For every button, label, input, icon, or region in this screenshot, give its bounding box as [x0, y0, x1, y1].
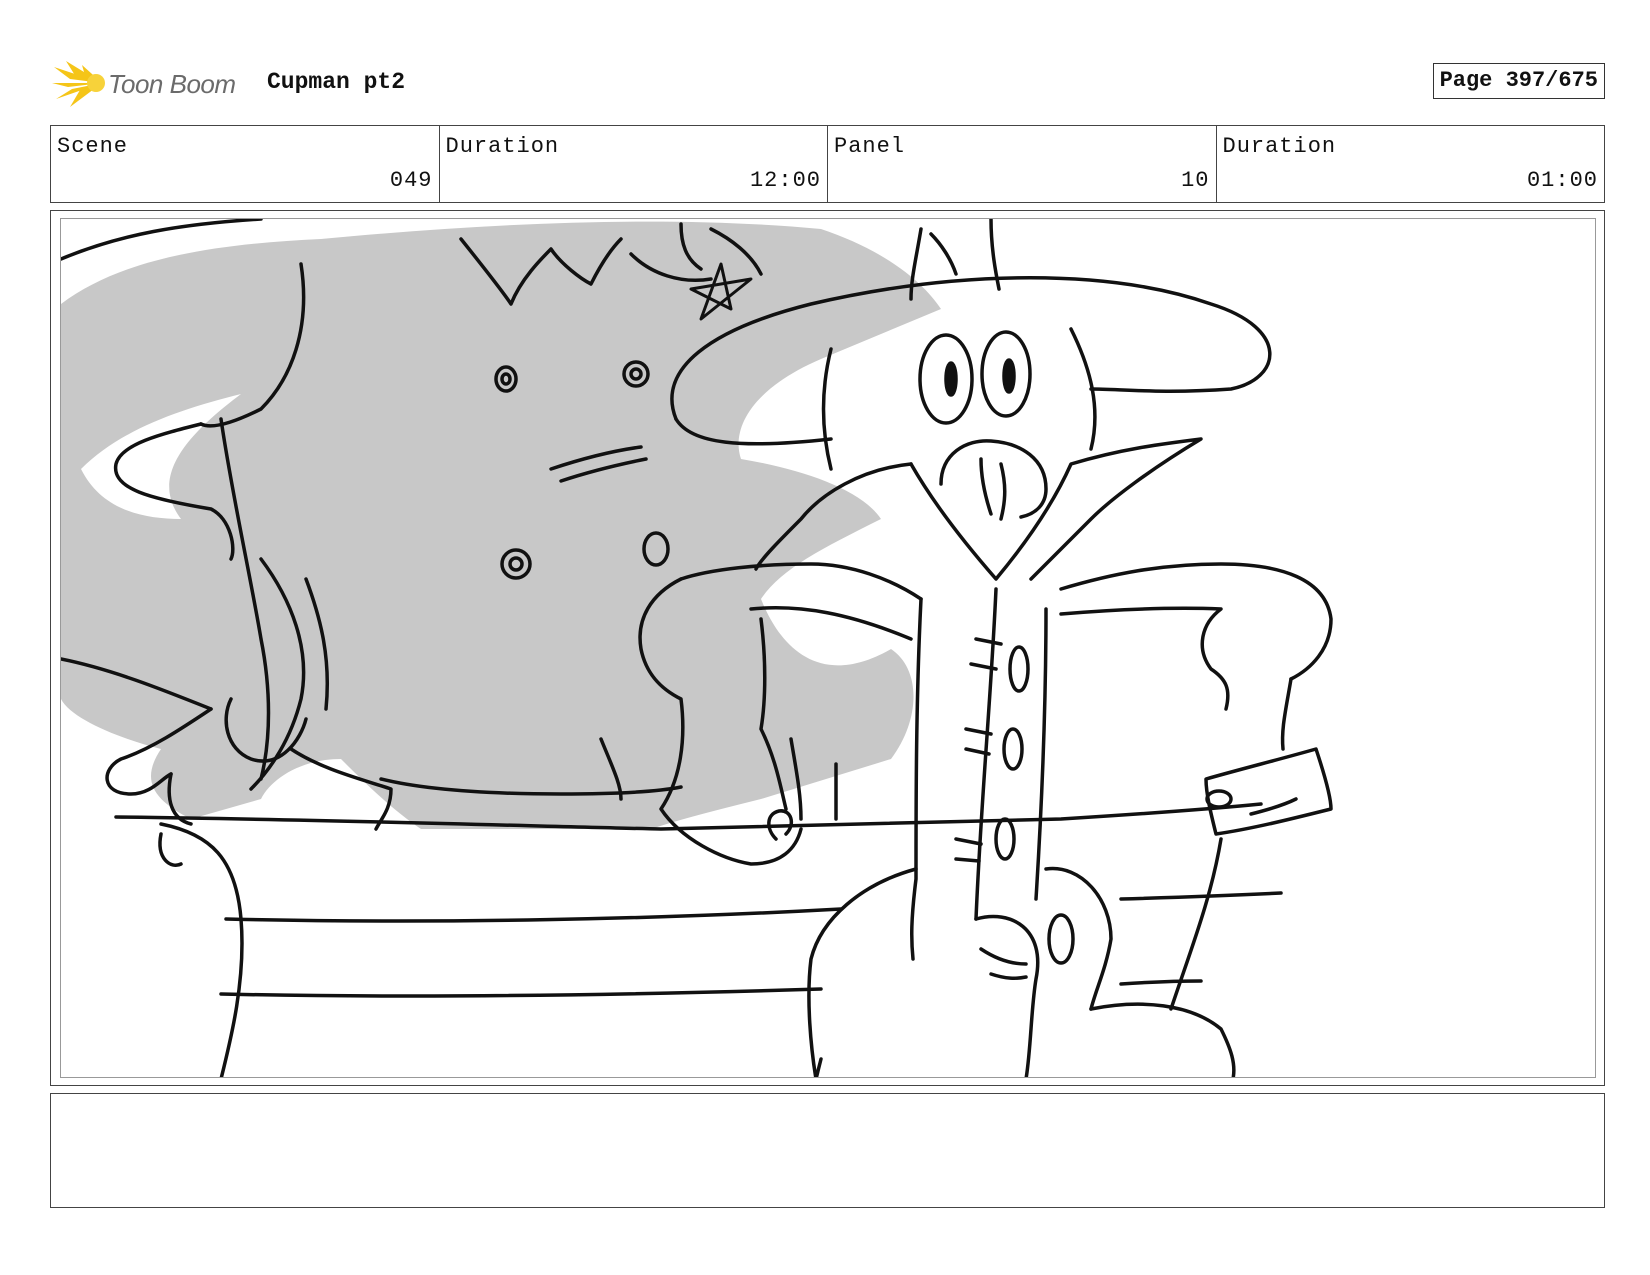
logo-text: Toon Boom	[108, 69, 236, 99]
panel-label: Panel	[834, 134, 906, 159]
panel-notes-box	[50, 1093, 1605, 1208]
panel-value: 10	[1181, 168, 1210, 193]
scene-value: 049	[389, 168, 433, 193]
scene-duration-cell: Duration 12:00	[440, 126, 828, 202]
storyboard-panel-drawing	[60, 218, 1596, 1078]
scene-info-table: Scene 049 Duration 12:00 Panel 10 Durati…	[50, 125, 1605, 203]
page-number: Page 397/675	[1432, 63, 1605, 99]
scene-duration-label: Duration	[445, 134, 560, 159]
panel-duration-cell: Duration 01:00	[1217, 126, 1605, 202]
panel-cell: Panel 10	[828, 126, 1217, 202]
panel-duration-value: 01:00	[1526, 168, 1598, 193]
scene-duration-value: 12:00	[749, 168, 821, 193]
sunburst-logo-icon	[52, 61, 105, 107]
project-title: Cupman pt2	[267, 69, 406, 95]
gray-character-fill	[61, 221, 941, 829]
page-header: Toon Boom Cupman pt2 Page 397/675	[50, 55, 1605, 110]
scene-cell: Scene 049	[51, 126, 440, 202]
scene-label: Scene	[57, 134, 129, 159]
panel-sketch	[61, 219, 1333, 1077]
panel-duration-label: Duration	[1222, 134, 1337, 159]
toon-boom-logo: Toon Boom	[50, 57, 250, 109]
